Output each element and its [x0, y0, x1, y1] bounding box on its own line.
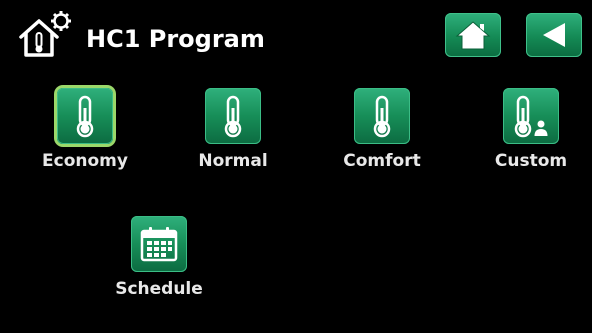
calendar-icon — [140, 227, 178, 262]
normal-button[interactable] — [205, 88, 261, 144]
program-normal[interactable]: Normal — [173, 88, 293, 188]
comfort-button[interactable] — [354, 88, 410, 144]
schedule-button[interactable] — [131, 216, 187, 272]
home-icon — [455, 21, 491, 50]
normal-label: Normal — [198, 151, 268, 171]
economy-button[interactable] — [57, 88, 113, 144]
program-economy[interactable]: Economy — [25, 88, 145, 188]
program-custom[interactable]: Custom — [471, 88, 591, 188]
economy-label: Economy — [42, 151, 128, 171]
thermometer-user-icon — [514, 95, 548, 138]
schedule-label: Schedule — [115, 279, 203, 299]
thermometer-icon — [76, 95, 94, 138]
page-title: HC1 Program — [86, 25, 265, 53]
home-button[interactable] — [445, 13, 501, 57]
house-thermometer-gear-icon — [17, 11, 73, 61]
screen: HC1 Program Economy Normal Comfort Custo… — [4, 4, 588, 329]
program-schedule[interactable]: Schedule — [99, 216, 219, 316]
custom-label: Custom — [494, 151, 568, 171]
comfort-label: Comfort — [343, 151, 421, 171]
custom-button[interactable] — [503, 88, 559, 144]
back-button[interactable] — [526, 13, 582, 57]
back-arrow-icon — [543, 23, 565, 47]
program-comfort[interactable]: Comfort — [322, 88, 442, 188]
thermometer-icon — [224, 95, 242, 138]
thermometer-icon — [373, 95, 391, 138]
